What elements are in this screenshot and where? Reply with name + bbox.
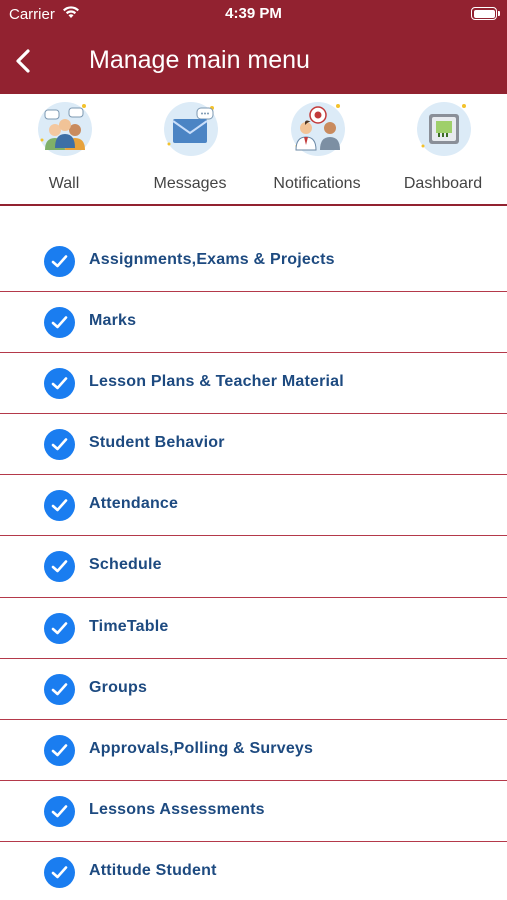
list-item[interactable]: Student Behavior	[0, 414, 507, 476]
tab-messages-label: Messages	[153, 175, 227, 192]
checkmark-icon[interactable]	[44, 856, 75, 888]
page-title: Manage main menu	[89, 46, 310, 74]
chevron-left-icon	[16, 49, 30, 73]
list-item-label: Schedule	[89, 556, 162, 574]
list-item[interactable]: Approvals,Polling & Surveys	[0, 720, 507, 781]
checkmark-icon[interactable]	[44, 490, 75, 522]
list-item[interactable]: Lessons Assessments	[0, 781, 507, 842]
tab-notifications-label: Notifications	[273, 175, 361, 192]
list-item[interactable]: Marks	[0, 292, 507, 354]
status-time: 4:39 PM	[225, 5, 282, 22]
list-item-label: Marks	[89, 312, 137, 330]
checkmark-icon[interactable]	[44, 795, 75, 827]
list-item[interactable]: Assignments,Exams & Projects	[0, 231, 507, 293]
back-button[interactable]	[10, 44, 38, 78]
tab-dashboard[interactable]: Dashboard	[380, 94, 506, 204]
tab-wall-label: Wall	[48, 175, 80, 192]
group-people-icon	[38, 102, 92, 156]
shortcut-tabs: Wall Messages Notifications Dashboard	[0, 94, 507, 206]
checkmark-icon[interactable]	[44, 246, 75, 277]
list-item-label: TimeTable	[89, 617, 169, 635]
checkmark-icon[interactable]	[44, 734, 75, 766]
tab-wall[interactable]: Wall	[1, 94, 127, 204]
checkmark-icon[interactable]	[44, 307, 75, 339]
dashboard-chip-icon	[417, 102, 471, 156]
list-item[interactable]: Attitude Student	[0, 842, 507, 900]
people-alert-icon	[291, 102, 345, 156]
list-item-label: Assignments,Exams & Projects	[89, 251, 335, 268]
tab-dashboard-label: Dashboard	[403, 175, 483, 192]
tab-messages[interactable]: Messages	[127, 94, 253, 204]
checkmark-icon[interactable]	[44, 368, 75, 400]
list-item-label: Attendance	[89, 495, 179, 513]
list-item[interactable]: Groups	[0, 659, 507, 720]
list-item-label: Approvals,Polling & Surveys	[89, 739, 314, 757]
menu-items-list: Assignments,Exams & Projects Marks Lesso…	[0, 231, 507, 900]
list-item-label: Attitude Student	[89, 861, 217, 879]
battery-icon	[471, 7, 500, 20]
list-item-label: Groups	[89, 678, 148, 696]
envelope-chat-icon	[164, 102, 218, 156]
list-item-label: Student Behavior	[89, 434, 225, 452]
navigation-bar: Carrier 4:39 PM Manage main menu	[0, 0, 507, 94]
list-item[interactable]: TimeTable	[0, 598, 507, 659]
checkmark-icon[interactable]	[44, 429, 75, 461]
tab-notifications[interactable]: Notifications	[254, 94, 380, 204]
status-bar: Carrier 4:39 PM	[0, 0, 507, 28]
checkmark-icon[interactable]	[44, 551, 75, 583]
checkmark-icon[interactable]	[44, 673, 75, 705]
list-item[interactable]: Lesson Plans & Teacher Material	[0, 353, 507, 415]
list-item[interactable]: Schedule	[0, 536, 507, 598]
checkmark-icon[interactable]	[44, 612, 75, 644]
list-item[interactable]: Attendance	[0, 475, 507, 537]
list-item-label: Lesson Plans & Teacher Material	[89, 373, 344, 391]
list-item-label: Lessons Assessments	[89, 800, 265, 818]
